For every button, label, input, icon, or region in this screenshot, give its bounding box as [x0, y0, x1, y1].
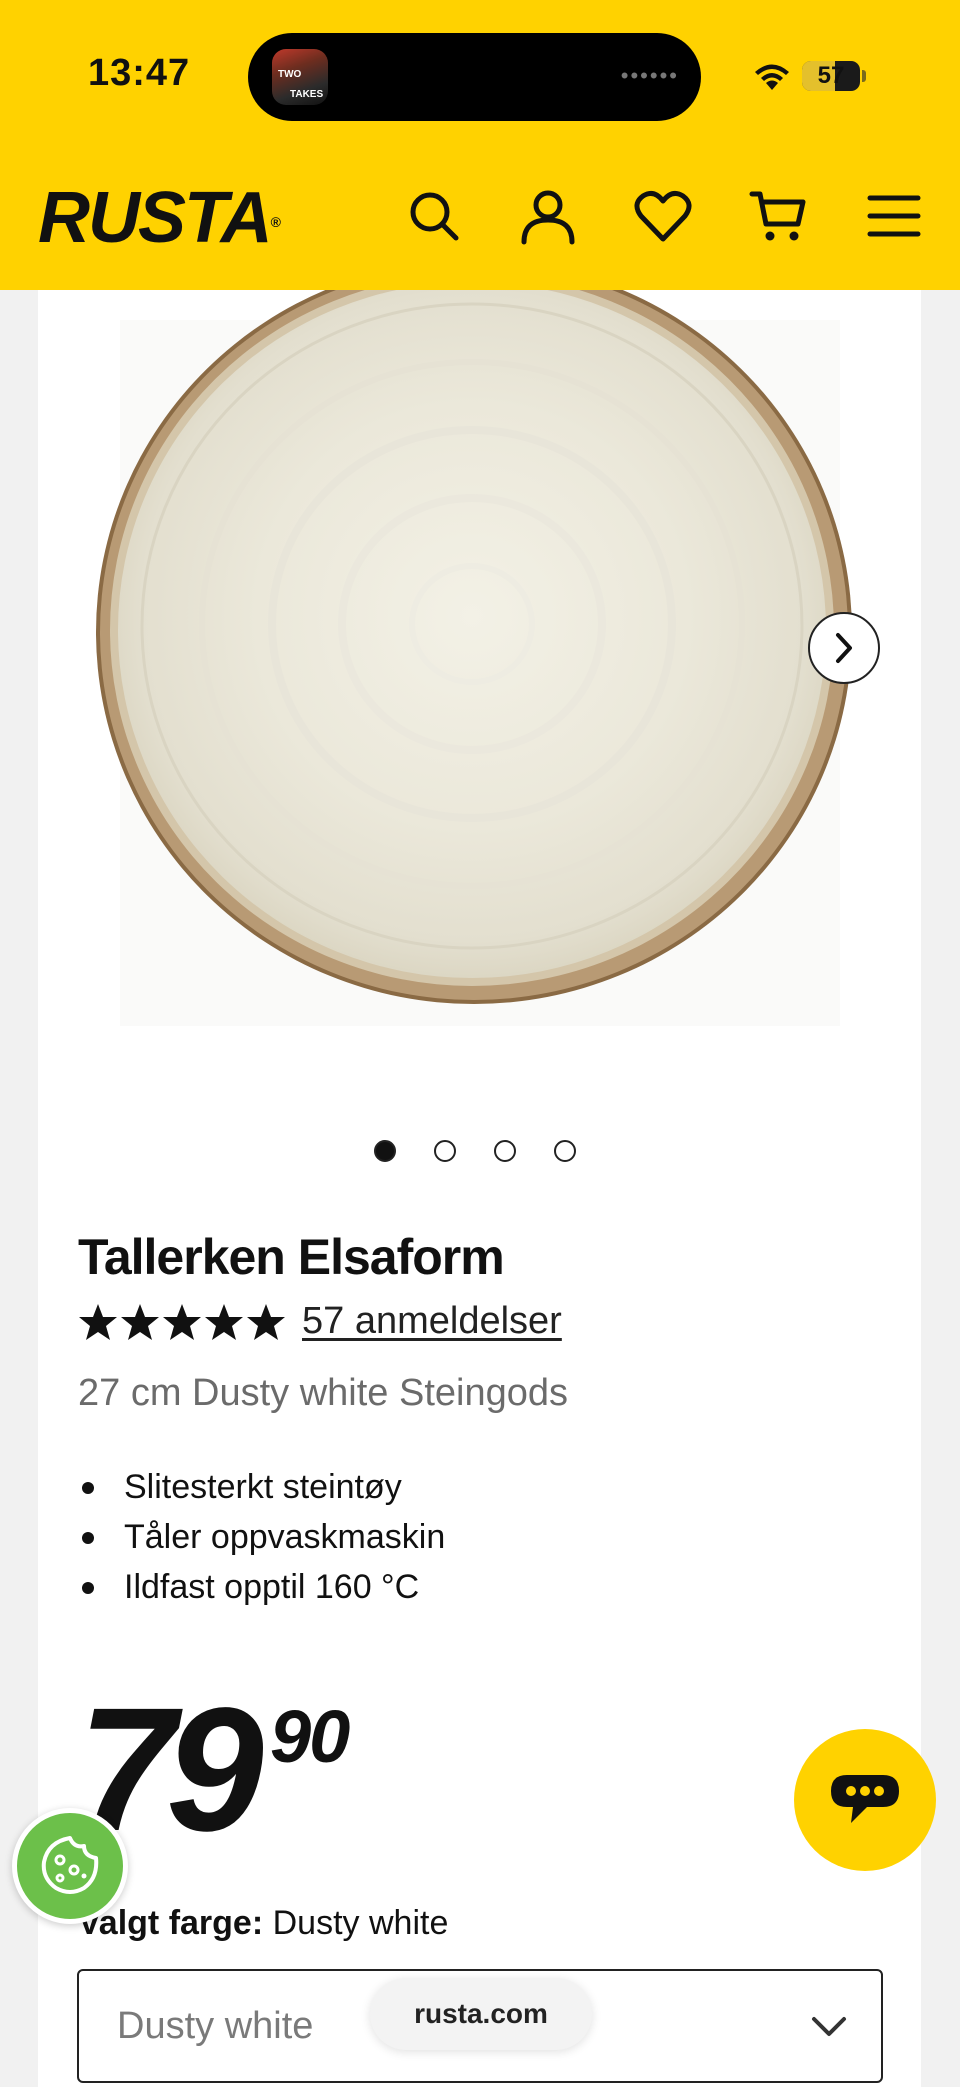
plate-illustration [96, 260, 852, 1026]
battery-level: 57 [817, 62, 845, 89]
feature-item: Tåler oppvaskmaskin [78, 1512, 445, 1562]
product-title: Tallerken Elsaform [78, 1229, 505, 1285]
chat-button[interactable] [794, 1729, 936, 1871]
gallery-next-button[interactable] [808, 612, 880, 684]
star-icon [79, 1303, 117, 1340]
waveform-icon: •••••• [620, 63, 679, 88]
browser-url-bar[interactable]: rusta.com [370, 1978, 592, 2050]
live-activity-thumbnail: TWO TAKES [272, 49, 328, 105]
color-select-value: Dusty white [117, 2005, 314, 2047]
star-icon [163, 1303, 201, 1340]
star-icon [121, 1303, 159, 1340]
cart-icon[interactable] [748, 186, 808, 246]
cookie-settings-button[interactable] [12, 1808, 128, 1924]
dynamic-island[interactable]: TWO TAKES •••••• [248, 33, 701, 121]
heart-icon[interactable] [633, 186, 693, 246]
gallery-dot-3[interactable] [494, 1140, 516, 1162]
gallery-dot-4[interactable] [554, 1140, 576, 1162]
status-time: 13:47 [88, 52, 191, 94]
menu-icon[interactable] [864, 186, 924, 246]
product-subtitle: 27 cm Dusty white Steingods [78, 1372, 569, 1414]
site-header: 13:47 TWO TAKES •••••• 57 RUSTA® [0, 0, 960, 290]
gallery-dot-2[interactable] [434, 1140, 456, 1162]
gallery-pagination [374, 1140, 576, 1162]
star-icon [205, 1303, 243, 1340]
product-rating: 57 anmeldelser [78, 1300, 562, 1343]
star-icon [247, 1303, 285, 1340]
selected-color-value: Dusty white [272, 1904, 449, 1942]
battery-icon: 57 [802, 61, 860, 91]
selected-color: Valgt farge: Dusty white [78, 1904, 448, 1943]
rusta-logo[interactable]: RUSTA® [38, 182, 281, 254]
reviews-link[interactable]: 57 anmeldelser [302, 1300, 562, 1343]
gallery-dot-1[interactable] [374, 1140, 396, 1162]
wifi-icon [755, 64, 789, 90]
rating-stars [78, 1302, 286, 1342]
status-indicators: 57 [752, 56, 866, 96]
chevron-down-icon [812, 2017, 846, 2036]
feature-item: Ildfast opptil 160 °C [78, 1562, 445, 1612]
search-icon[interactable] [404, 186, 464, 246]
account-icon[interactable] [518, 186, 578, 246]
chat-bubble-icon [831, 1775, 899, 1823]
battery-tip [862, 70, 866, 82]
product-image[interactable] [96, 260, 856, 1030]
price-decimals: 90 [270, 1695, 350, 1778]
feature-list: Slitesterkt steintøy Tåler oppvaskmaskin… [78, 1462, 445, 1612]
chevron-right-icon [836, 633, 852, 663]
cookie-icon [41, 1836, 99, 1894]
feature-item: Slitesterkt steintøy [78, 1462, 445, 1512]
